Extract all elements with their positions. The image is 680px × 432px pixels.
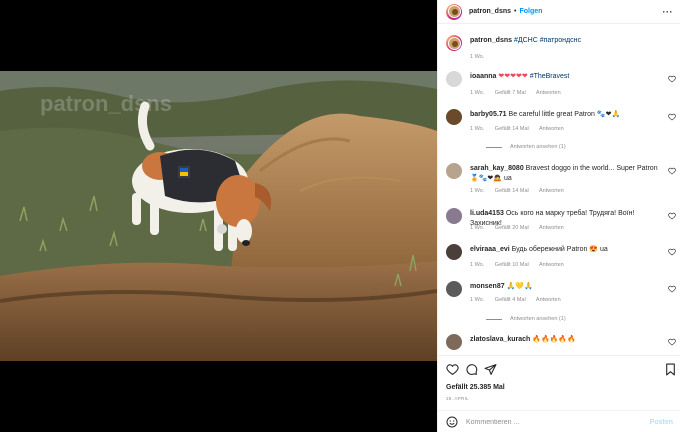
comment-heart-icon[interactable] [668, 338, 676, 346]
comment-text: ❤❤❤❤❤ [498, 73, 528, 80]
comment-heart-icon[interactable] [668, 285, 676, 293]
comment-heart-icon[interactable] [668, 167, 676, 175]
comment-time: 1 Wo. [470, 297, 485, 303]
comment-time: 1 Wo. [470, 126, 485, 132]
view-replies-label[interactable]: Antworten ansehen (1) [510, 144, 566, 150]
view-replies-button[interactable]: Antworten ansehen (1) [486, 144, 566, 150]
post-date: 28. APRIL [446, 396, 469, 401]
comment-avatar[interactable] [446, 71, 462, 87]
comment-reply-button[interactable]: Antworten [539, 126, 564, 132]
separator-dot: • [514, 8, 517, 15]
comment-reply-button[interactable]: Antworten [539, 262, 564, 268]
comment-meta: 1 Wo. Gefällt 20 Mal Antworten [470, 225, 573, 231]
comment-likes[interactable]: Gefällt 7 Mal [495, 90, 526, 96]
comment-avatar[interactable] [446, 281, 462, 297]
comment-reply-button[interactable]: Antworten [536, 90, 561, 96]
comment-icon[interactable] [465, 363, 478, 376]
comment-reply-button[interactable]: Antworten [539, 188, 564, 194]
comment-heart-icon[interactable] [668, 248, 676, 256]
comment-username[interactable]: elviraaa_evi [470, 246, 510, 253]
post-media[interactable]: patron_dsns [0, 0, 437, 432]
comment-username[interactable]: zlatoslava_kurach [470, 336, 530, 343]
comment-reply-button[interactable]: Antworten [536, 297, 561, 303]
caption-username[interactable]: patron_dsns [470, 37, 512, 44]
view-replies-label[interactable]: Antworten ansehen (1) [510, 316, 566, 322]
bookmark-icon[interactable] [664, 363, 677, 376]
comment-meta: 1 Wo. Gefällt 14 Mal Antworten [470, 188, 573, 194]
comment-meta: 1 Wo. Gefällt 4 Mal Antworten [470, 297, 570, 303]
comment-avatar[interactable] [446, 244, 462, 260]
comment-time: 1 Wo. [470, 90, 485, 96]
comment-username[interactable]: li.uda4153 [470, 210, 504, 217]
comment-time: 1 Wo. [470, 262, 485, 268]
comment-body: ioaanna ❤❤❤❤❤ #TheBravest [470, 72, 666, 82]
comment-heart-icon[interactable] [668, 75, 676, 83]
author-avatar[interactable] [446, 3, 462, 20]
paper-plane-icon[interactable] [484, 363, 497, 376]
comment-likes[interactable]: Gefällt 14 Mal [495, 188, 529, 194]
comment-meta: 1 Wo. Gefällt 7 Mal Antworten [470, 90, 570, 96]
more-options-icon[interactable]: ··· [663, 7, 674, 17]
comment-avatar[interactable] [446, 208, 462, 224]
caption-body: patron_dsns #ДСНС #патрондснс [470, 36, 666, 46]
comment-heart-icon[interactable] [668, 212, 676, 220]
comments-list[interactable]: patron_dsns #ДСНС #патрондснс 1 Wo. ioaa… [438, 25, 680, 355]
comment-hashtag[interactable]: #TheBravest [530, 73, 570, 80]
comment-meta: 1 Wo. Gefällt 10 Mal Antworten [470, 262, 573, 268]
comment-meta: 1 Wo. Gefällt 14 Mal Antworten [470, 126, 573, 132]
comment-body: zlatoslava_kurach 🔥🔥🔥🔥🔥 [470, 335, 666, 345]
comment-text: 🔥🔥🔥🔥🔥 [532, 336, 576, 343]
heart-icon[interactable] [446, 363, 459, 376]
comment-text: Будь обережний Patron 😍 ua [511, 246, 608, 253]
comment-input[interactable] [466, 418, 650, 426]
comment-heart-icon[interactable] [668, 113, 676, 121]
comment-likes[interactable]: Gefällt 10 Mal [495, 262, 529, 268]
post-sidebar: patron_dsns • Folgen ··· patron_dsns #ДС… [437, 0, 680, 432]
comment-body: barby05.71 Be careful little great Patro… [470, 110, 666, 120]
comment-likes[interactable]: Gefällt 20 Mal [495, 225, 529, 231]
caption-meta: 1 Wo. [470, 54, 493, 60]
post-comment-button[interactable]: Posten [650, 419, 673, 426]
caption-avatar[interactable] [446, 35, 462, 51]
comment-body: sarah_kay_8080 Bravest doggo in the worl… [470, 164, 666, 184]
author-username[interactable]: patron_dsns [469, 8, 511, 15]
caption-hashtags[interactable]: #ДСНС #патрондснс [514, 37, 581, 44]
comment-username[interactable]: barby05.71 [470, 111, 507, 118]
comment-avatar[interactable] [446, 163, 462, 179]
comment-body: monsen87 🙏💛🙏 [470, 282, 666, 292]
comment-reply-button[interactable]: Antworten [539, 225, 564, 231]
comment-avatar[interactable] [446, 334, 462, 350]
replies-line [486, 318, 502, 320]
svg-text:patron_dsns: patron_dsns [40, 91, 172, 116]
post-photo[interactable]: patron_dsns [0, 71, 437, 361]
smiley-icon[interactable] [446, 416, 458, 428]
likes-count[interactable]: Gefällt 25.385 Mal [446, 384, 505, 391]
dog-photo-image: patron_dsns [0, 71, 437, 361]
post-actions: Gefällt 25.385 Mal 28. APRIL Posten [438, 355, 680, 432]
comment-body: elviraaa_evi Будь обережний Patron 😍 ua [470, 245, 666, 255]
comment-composer: Posten [438, 410, 680, 432]
post-header: patron_dsns • Folgen ··· [438, 0, 680, 24]
comment-likes[interactable]: Gefällt 4 Mal [495, 297, 526, 303]
comment-time: 1 Wo. [470, 225, 485, 231]
comment-username[interactable]: ioaanna [470, 73, 496, 80]
view-replies-button[interactable]: Antworten ansehen (1) [486, 316, 566, 322]
comment-time: 1 Wo. [470, 188, 485, 194]
replies-line [486, 146, 502, 148]
follow-button[interactable]: Folgen [519, 8, 542, 15]
comment-avatar[interactable] [446, 109, 462, 125]
comment-username[interactable]: monsen87 [470, 283, 505, 290]
comment-text: 🙏💛🙏 [506, 283, 533, 290]
comment-username[interactable]: sarah_kay_8080 [470, 165, 524, 172]
comment-text: Be careful little great Patron 🐾❤🙏 [508, 111, 621, 118]
caption-time: 1 Wo. [470, 54, 485, 60]
comment-likes[interactable]: Gefällt 14 Mal [495, 126, 529, 132]
